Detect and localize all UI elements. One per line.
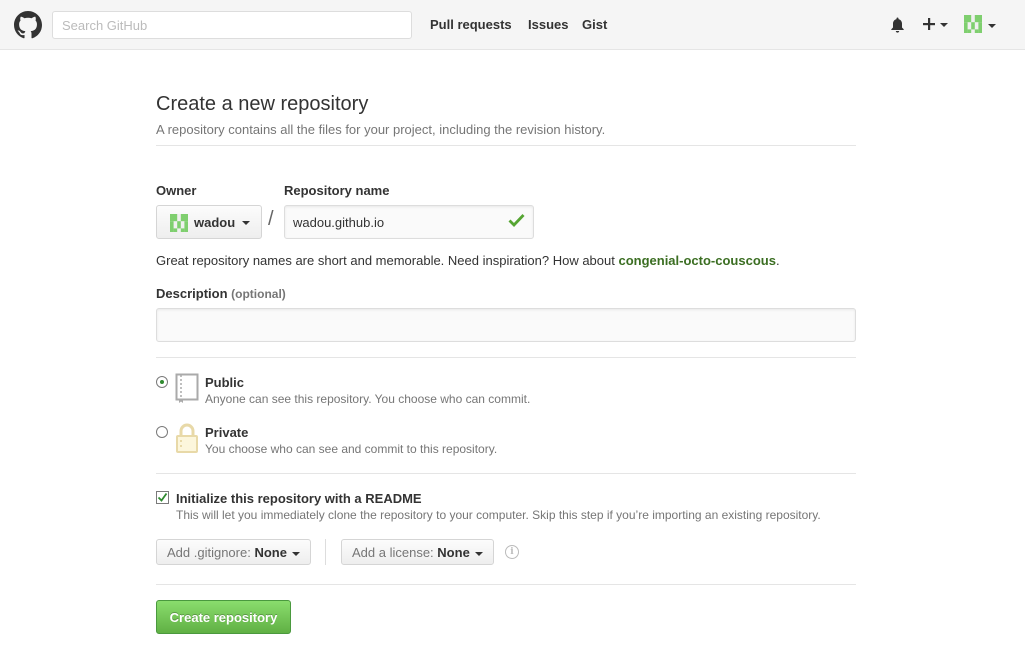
repo-book-icon	[175, 373, 199, 403]
search-input[interactable]	[52, 11, 412, 39]
owner-repo-separator: /	[268, 208, 274, 230]
chevron-down-icon	[242, 221, 250, 225]
bell-icon[interactable]	[890, 17, 905, 33]
chevron-down-icon	[474, 551, 483, 556]
page-title: Create a new repository	[156, 93, 369, 115]
nav-issues[interactable]: Issues	[528, 17, 568, 32]
divider	[156, 145, 856, 146]
init-readme-note: This will let you immediately clone the …	[176, 508, 821, 522]
repo-name-hint: Great repository names are short and mem…	[156, 253, 780, 268]
info-icon[interactable]: i	[505, 545, 519, 559]
create-repository-button[interactable]: Create repository	[156, 600, 291, 634]
nav-pull-requests[interactable]: Pull requests	[430, 17, 512, 32]
public-title: Public	[205, 375, 245, 390]
divider	[156, 473, 856, 474]
gitignore-select[interactable]: Add .gitignore: None	[156, 539, 311, 565]
vertical-divider	[325, 539, 326, 565]
owner-select[interactable]: wadou	[156, 205, 262, 239]
user-menu-button[interactable]	[964, 15, 998, 35]
check-icon	[508, 214, 525, 227]
public-description: Anyone can see this repository. You choo…	[205, 392, 531, 406]
license-select[interactable]: Add a license: None	[341, 539, 494, 565]
description-input[interactable]	[156, 308, 856, 342]
chevron-down-icon	[940, 23, 948, 27]
page-subtitle: A repository contains all the files for …	[156, 122, 606, 137]
private-description: You choose who can see and commit to thi…	[205, 442, 498, 456]
chevron-down-icon	[291, 551, 300, 556]
private-title: Private	[205, 425, 249, 440]
divider	[156, 357, 856, 358]
repo-name-label: Repository name	[284, 183, 390, 198]
owner-avatar	[170, 214, 188, 232]
chevron-down-icon	[988, 24, 996, 28]
name-suggestion-link[interactable]: congenial-octo-couscous	[618, 253, 775, 268]
site-header: Pull requests Issues Gist	[0, 0, 1025, 50]
optional-tag: (optional)	[231, 287, 286, 301]
owner-name: wadou	[194, 215, 236, 230]
public-radio[interactable]	[156, 376, 168, 388]
init-readme-title: Initialize this repository with a README	[176, 491, 422, 506]
description-label: Description (optional)	[156, 286, 286, 301]
new-menu-button[interactable]	[922, 14, 950, 34]
github-logo-icon[interactable]	[14, 11, 42, 39]
lock-icon	[176, 423, 198, 453]
plus-icon	[923, 18, 935, 30]
avatar	[964, 15, 982, 33]
owner-label: Owner	[156, 183, 197, 198]
private-radio[interactable]	[156, 426, 168, 438]
repo-name-input[interactable]	[284, 205, 534, 239]
init-readme-checkbox[interactable]	[156, 491, 169, 504]
nav-gist[interactable]: Gist	[582, 17, 607, 32]
divider	[156, 584, 856, 585]
check-icon	[157, 492, 168, 502]
